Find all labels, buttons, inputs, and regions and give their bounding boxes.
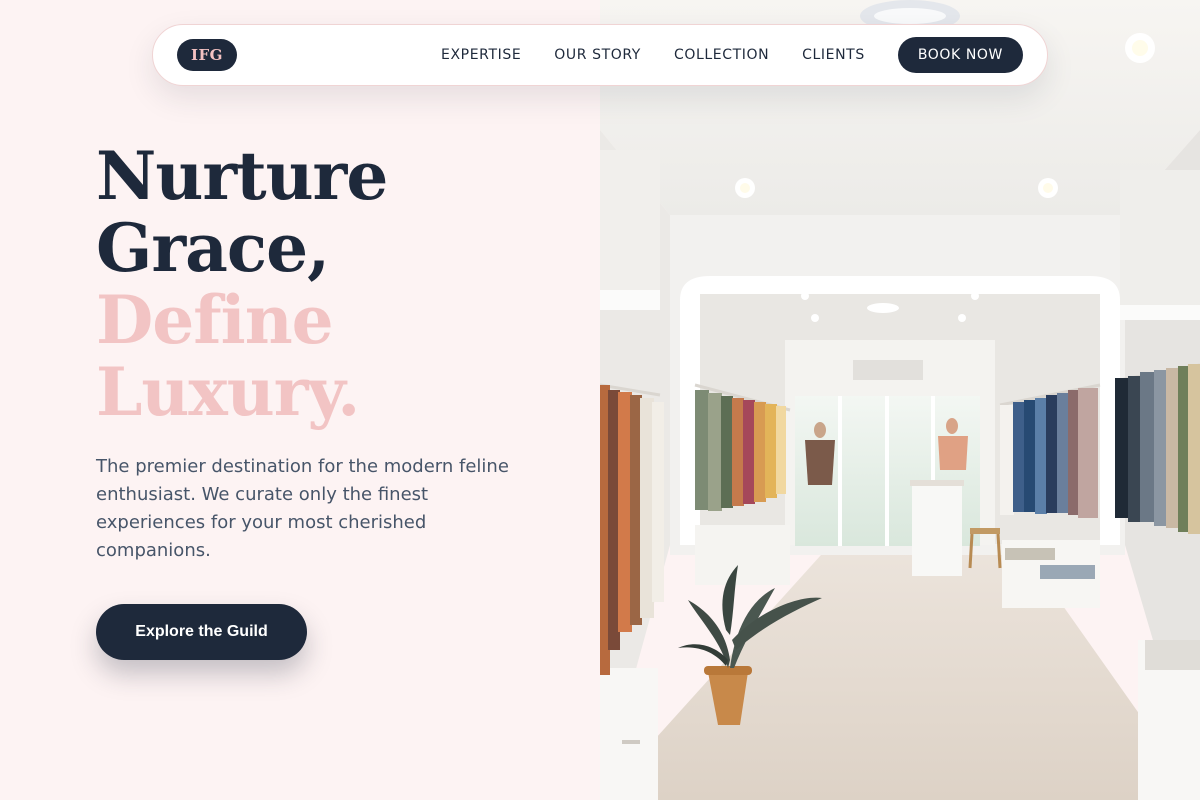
- boutique-interior-illustration: [600, 0, 1200, 800]
- hero-title-line-4: Luxury.: [96, 353, 360, 431]
- nav-link-expertise[interactable]: EXPERTISE: [441, 47, 521, 63]
- top-navbar: IFG EXPERTISE OUR STORY COLLECTION CLIEN…: [152, 24, 1048, 86]
- nav-link-clients[interactable]: CLIENTS: [802, 47, 865, 63]
- logo-badge[interactable]: IFG: [177, 39, 237, 71]
- hero-title-line-2: Grace,: [96, 209, 330, 287]
- explore-guild-button[interactable]: Explore the Guild: [96, 604, 307, 660]
- nav-link-our-story[interactable]: OUR STORY: [554, 47, 641, 63]
- hero-title: Nurture Grace, Define Luxury.: [96, 140, 566, 428]
- hero-title-line-1: Nurture: [96, 137, 388, 215]
- nav-links: EXPERTISE OUR STORY COLLECTION CLIENTS B…: [441, 37, 1023, 73]
- book-now-button[interactable]: BOOK NOW: [897, 37, 1023, 73]
- hero-title-line-3: Define: [96, 281, 334, 359]
- hero-image: [600, 0, 1200, 800]
- nav-link-collection[interactable]: COLLECTION: [674, 47, 769, 63]
- hero-subtitle: The premier destination for the modern f…: [96, 456, 509, 561]
